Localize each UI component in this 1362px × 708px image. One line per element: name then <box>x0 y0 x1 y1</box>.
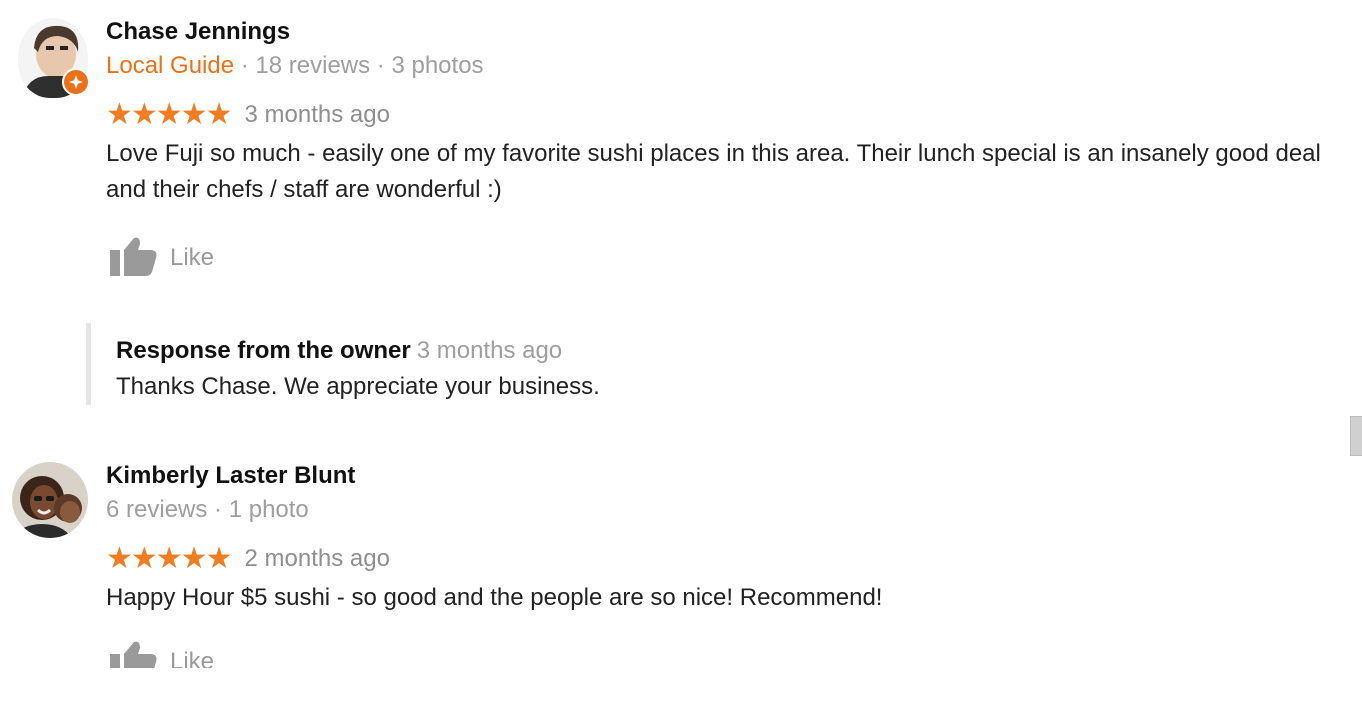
local-guide-badge-icon <box>62 68 90 96</box>
review-text: Love Fuji so much - easily one of my fav… <box>106 140 1321 203</box>
owner-response-text: Thanks Chase. We appreciate your busines… <box>116 373 600 400</box>
meta-separator: · <box>207 496 229 523</box>
reviewer-name[interactable]: Kimberly Laster Blunt <box>106 462 355 490</box>
owner-response: Response from the owner 3 months ago Than… <box>86 323 1291 405</box>
review-time: 3 months ago <box>244 101 390 128</box>
meta-separator: · <box>370 52 392 79</box>
reviewer-meta: 6 reviews · 1 photo <box>106 496 309 524</box>
reviews-count[interactable]: 18 reviews <box>255 52 370 79</box>
reviews-count[interactable]: 6 reviews <box>106 496 207 523</box>
rating-line: ★★★★★ 2 months ago <box>106 544 390 574</box>
owner-response-title: Response from the owner <box>116 337 411 364</box>
reviewer-photo <box>12 462 88 538</box>
owner-response-time: 3 months ago <box>416 337 563 364</box>
star-rating: ★★★★★ <box>106 542 232 575</box>
review-text: Happy Hour $5 sushi - so good and the pe… <box>106 584 883 611</box>
like-button[interactable]: Like <box>108 236 228 280</box>
reviewer-avatar[interactable] <box>12 462 88 538</box>
thumbs-up-icon <box>110 237 157 276</box>
owner-response-header: Response from the owner 3 months ago <box>116 337 562 365</box>
reviewer-meta: Local Guide · 18 reviews · 3 photos <box>106 52 484 80</box>
review-card: Chase Jennings Local Guide · 18 reviews … <box>0 0 1362 420</box>
photos-count[interactable]: 3 photos <box>391 52 483 79</box>
star-rating: ★★★★★ <box>106 98 232 131</box>
rating-line: ★★★★★ 3 months ago <box>106 100 390 130</box>
reviewer-name[interactable]: Chase Jennings <box>106 18 290 46</box>
like-label[interactable]: Like <box>170 244 214 272</box>
meta-separator: · <box>234 52 256 79</box>
photos-count[interactable]: 1 photo <box>229 496 309 523</box>
review-time: 2 months ago <box>244 545 390 572</box>
local-guide-label[interactable]: Local Guide <box>106 52 234 79</box>
viewport-clip <box>0 668 1362 708</box>
